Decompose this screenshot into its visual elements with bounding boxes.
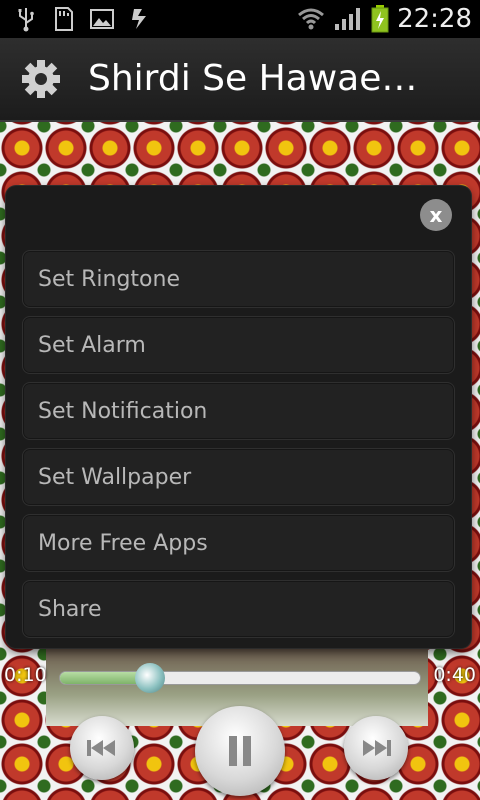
app-title: Shirdi Se Hawae… bbox=[88, 58, 418, 99]
menu-item-set-wallpaper[interactable]: Set Wallpaper bbox=[22, 448, 455, 506]
menu-item-set-ringtone[interactable]: Set Ringtone bbox=[22, 250, 455, 308]
status-bar: 22:28 bbox=[0, 0, 480, 38]
usb-icon bbox=[18, 8, 34, 32]
previous-button[interactable] bbox=[70, 716, 134, 780]
pause-button[interactable] bbox=[195, 706, 285, 796]
battery-charging-icon bbox=[371, 5, 389, 33]
close-button[interactable]: x bbox=[420, 199, 452, 231]
menu-item-share[interactable]: Share bbox=[22, 580, 455, 638]
menu-item-set-notification[interactable]: Set Notification bbox=[22, 382, 455, 440]
previous-icon bbox=[87, 740, 115, 756]
pause-icon bbox=[229, 736, 251, 766]
app-bar: Shirdi Se Hawae… bbox=[0, 38, 480, 122]
sync-icon bbox=[132, 9, 146, 29]
sd-card-icon bbox=[55, 7, 73, 31]
seek-bar[interactable] bbox=[60, 663, 420, 693]
signal-icon bbox=[335, 8, 361, 30]
menu-item-set-alarm[interactable]: Set Alarm bbox=[22, 316, 455, 374]
menu-item-more-free-apps[interactable]: More Free Apps bbox=[22, 514, 455, 572]
options-dialog: x Set Ringtone Set Alarm Set Notificatio… bbox=[6, 186, 471, 648]
next-button[interactable] bbox=[344, 716, 408, 780]
image-icon bbox=[90, 9, 114, 29]
elapsed-time: 0:10 bbox=[4, 664, 47, 686]
seek-thumb[interactable] bbox=[135, 663, 165, 693]
wifi-icon bbox=[298, 8, 325, 30]
gear-icon[interactable] bbox=[20, 58, 62, 100]
status-time: 22:28 bbox=[397, 4, 472, 34]
duration-time: 0:40 bbox=[433, 664, 476, 686]
next-icon bbox=[363, 740, 391, 756]
